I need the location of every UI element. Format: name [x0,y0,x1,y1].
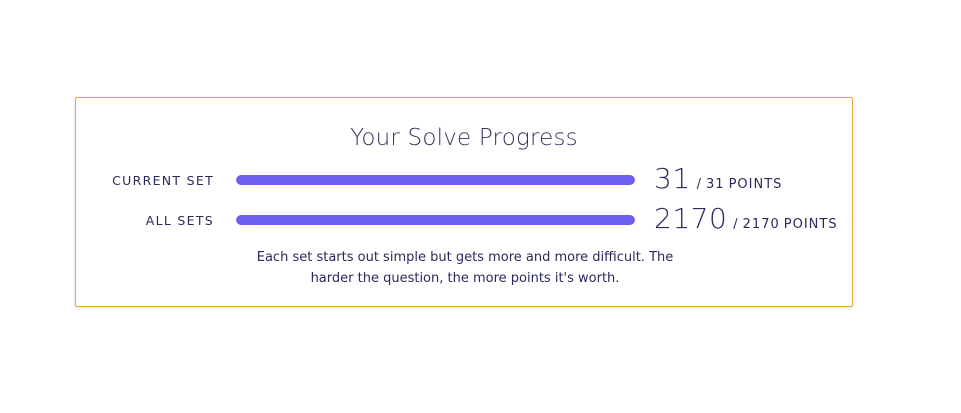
all-sets-total: 2170 [742,217,780,232]
all-sets-progress-fill [236,215,635,225]
all-sets-label: ALL SETS [145,213,214,228]
all-sets-row: ALL SETS 2170/2170 POINTS [76,202,852,235]
solve-progress-card: Your Solve Progress CURRENT SET 31/31 POI… [75,97,853,307]
current-set-score: 31/31 POINTS [654,162,782,195]
current-set-separator: / [696,177,703,192]
current-set-label: CURRENT SET [112,173,214,188]
progress-description: Each set starts out simple but gets more… [256,250,674,286]
current-set-unit: POINTS [728,177,783,192]
all-sets-unit: POINTS [783,217,838,232]
current-set-progress-bar [236,175,635,185]
all-sets-separator: / [733,217,739,232]
current-set-row: CURRENT SET 31/31 POINTS [76,162,852,195]
all-sets-progress-bar [236,215,635,225]
current-set-points: 31 [654,162,691,195]
current-set-progress-fill [236,175,635,185]
progress-title: Your Solve Progress [350,125,578,151]
all-sets-score: 2170/2170 POINTS [654,202,838,235]
current-set-total: 31 [706,177,725,192]
all-sets-points: 2170 [654,202,728,235]
